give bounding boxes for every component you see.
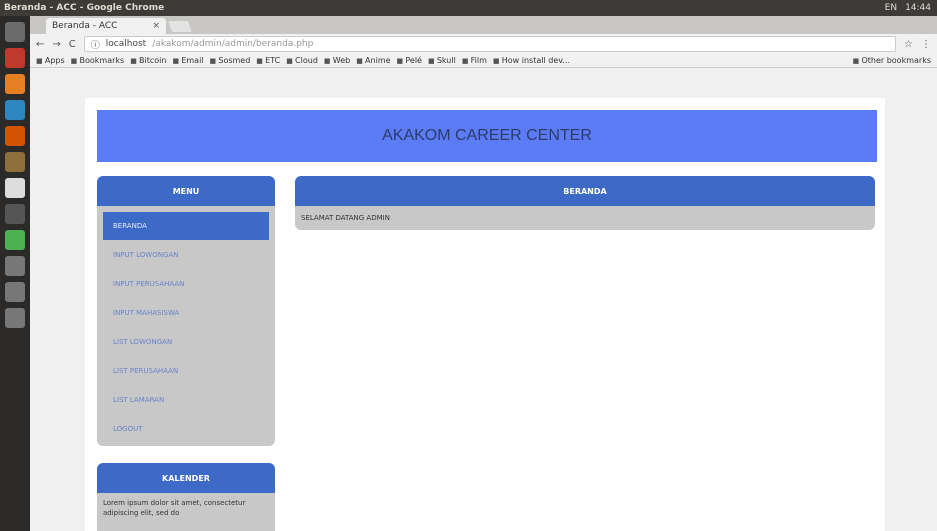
archive-icon[interactable] [5, 152, 25, 172]
bookmark-star-icon[interactable]: ☆ [904, 39, 913, 50]
bookmark-item[interactable]: Film [462, 56, 487, 65]
terminal-icon[interactable] [5, 204, 25, 224]
calendar-title: KALENDER [162, 473, 210, 483]
menu-header: MENU [97, 176, 275, 206]
bookmark-item[interactable]: Sosmed [210, 56, 250, 65]
page-viewport: AKAKOM CAREER CENTER MENU BERANDA INPUT … [30, 68, 937, 531]
system-tray: EN 14:44 [885, 3, 937, 13]
menu-panel: BERANDA INPUT LOWONGAN INPUT PERUSAHAAN … [97, 206, 275, 446]
menu-item-list-lamaran[interactable]: LIST LAMARAN [103, 386, 269, 414]
address-bar[interactable]: ⓘ localhost /akakom/admin/admin/beranda.… [83, 36, 897, 52]
document-icon[interactable] [5, 100, 25, 120]
other-bookmarks[interactable]: Other bookmarks [853, 56, 931, 65]
page-container: AKAKOM CAREER CENTER MENU BERANDA INPUT … [85, 98, 885, 531]
workspace-icon[interactable] [5, 308, 25, 328]
workspace-icon[interactable] [5, 282, 25, 302]
bookmark-item[interactable]: Email [172, 56, 203, 65]
dash-icon[interactable] [5, 22, 25, 42]
calendar-panel: Lorem ipsum dolor sit amet, consectetur … [97, 493, 275, 531]
browser-window: Beranda - ACC × ← → C ⓘ localhost /akako… [30, 16, 937, 531]
tab-strip: Beranda - ACC × [30, 16, 937, 34]
menu-item-list-perusahaan[interactable]: LIST PERUSAHAAN [103, 357, 269, 385]
menu-icon[interactable]: ⋮ [921, 39, 931, 50]
reload-icon[interactable]: C [69, 39, 76, 50]
workspace-icon[interactable] [5, 256, 25, 276]
tab-title: Beranda - ACC [52, 21, 118, 31]
launcher [0, 16, 30, 531]
browser-tab[interactable]: Beranda - ACC × [46, 18, 166, 34]
bookmark-item[interactable]: How install dev... [493, 56, 570, 65]
calendar-text: Lorem ipsum dolor sit amet, consectetur … [103, 499, 246, 517]
window-title: Beranda - ACC - Google Chrome [4, 3, 165, 13]
tray-clock[interactable]: 14:44 [905, 3, 931, 13]
menu-item-beranda[interactable]: BERANDA [103, 212, 269, 240]
content-panel: SELAMAT DATANG ADMIN [295, 206, 875, 230]
chrome-icon[interactable] [5, 230, 25, 250]
bookmark-item[interactable]: Anime [356, 56, 390, 65]
site-title: AKAKOM CAREER CENTER [382, 127, 592, 144]
browser-toolbar: ← → C ⓘ localhost /akakom/admin/admin/be… [30, 34, 937, 54]
forward-icon[interactable]: → [52, 39, 60, 50]
url-path: /akakom/admin/admin/beranda.php [152, 39, 314, 49]
bookmark-item[interactable]: Web [324, 56, 350, 65]
back-icon[interactable]: ← [36, 39, 44, 50]
os-top-bar: Beranda - ACC - Google Chrome EN 14:44 [0, 0, 937, 16]
content-title: BERANDA [563, 186, 607, 196]
menu-item-logout[interactable]: LOGOUT [103, 415, 269, 443]
url-host: localhost [105, 39, 147, 49]
impress-icon[interactable] [5, 126, 25, 146]
close-tab-icon[interactable]: × [152, 21, 160, 31]
calendar-header: KALENDER [97, 463, 275, 493]
bookmark-item[interactable]: Bitcoin [130, 56, 166, 65]
bookmark-item[interactable]: Cloud [286, 56, 318, 65]
menu-item-input-perusahaan[interactable]: INPUT PERUSAHAAN [103, 270, 269, 298]
content-header: BERANDA [295, 176, 875, 206]
new-tab-button[interactable] [167, 21, 193, 32]
tray-language[interactable]: EN [885, 3, 897, 13]
bookmark-item[interactable]: Apps [36, 56, 65, 65]
settings-icon[interactable] [5, 178, 25, 198]
menu-item-input-lowongan[interactable]: INPUT LOWONGAN [103, 241, 269, 269]
menu-title: MENU [172, 186, 200, 196]
firefox-icon[interactable] [5, 74, 25, 94]
page-info-icon[interactable]: ⓘ [91, 38, 100, 51]
menu-item-list-lowongan[interactable]: LIST LOWONGAN [103, 328, 269, 356]
menu-item-input-mahasiswa[interactable]: INPUT MAHASISWA [103, 299, 269, 327]
files-icon[interactable] [5, 48, 25, 68]
bookmark-item[interactable]: ETC [256, 56, 280, 65]
bookmark-item[interactable]: Bookmarks [71, 56, 124, 65]
bookmarks-bar: Apps Bookmarks Bitcoin Email Sosmed ETC … [30, 54, 937, 68]
site-banner: AKAKOM CAREER CENTER [97, 110, 877, 162]
bookmark-item[interactable]: Pelé [397, 56, 422, 65]
bookmark-item[interactable]: Skull [428, 56, 456, 65]
welcome-text: SELAMAT DATANG ADMIN [301, 214, 390, 222]
